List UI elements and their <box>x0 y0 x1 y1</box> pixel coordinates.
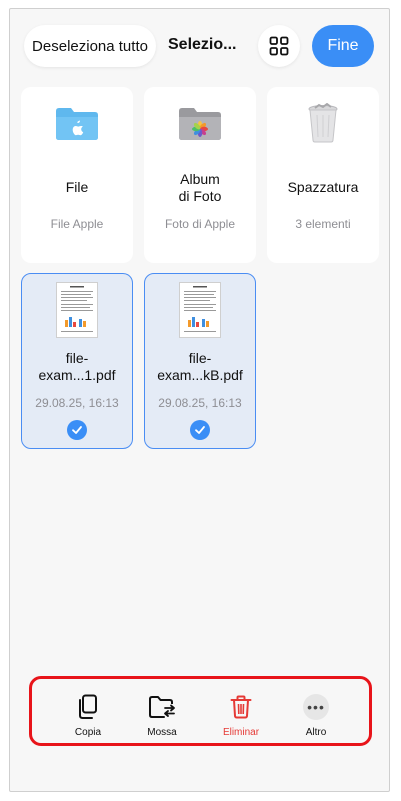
item-subtitle: 3 elementi <box>295 217 351 231</box>
selected-checkmark-icon[interactable] <box>190 420 210 440</box>
item-title: File <box>65 179 89 195</box>
trash-bin-icon <box>308 103 338 143</box>
move-label: Mossa <box>147 727 177 738</box>
folder-item-file[interactable]: File File Apple <box>21 87 133 263</box>
more-label: Altro <box>305 727 327 738</box>
copy-button[interactable]: Copia <box>58 693 118 738</box>
item-title: Spazzatura <box>287 179 359 195</box>
selected-checkmark-icon[interactable] <box>67 420 87 440</box>
grid-icon <box>269 36 289 56</box>
item-subtitle: File Apple <box>50 217 104 231</box>
action-toolbar: Copia Mossa Eliminar ••• Altro <box>29 676 372 746</box>
file-item-pdf-2[interactable]: file- exam...kB.pdf 29.08.25, 16:13 <box>144 273 256 449</box>
page-title: Selezio... <box>168 36 237 53</box>
view-toggle-button[interactable] <box>258 25 300 67</box>
move-button[interactable]: Mossa <box>132 693 192 738</box>
item-title: Album di Foto <box>178 171 222 204</box>
item-subtitle: Foto di Apple <box>164 217 236 231</box>
item-title: file- exam...kB.pdf <box>157 350 243 383</box>
done-button[interactable]: Fine <box>312 25 374 67</box>
file-item-pdf-1[interactable]: file- exam...1.pdf 29.08.25, 16:13 <box>21 273 133 449</box>
more-button[interactable]: ••• Altro <box>286 693 346 738</box>
files-app-window: Deseleziona tutto Selezio... Fine File F… <box>9 8 390 792</box>
copy-label: Copia <box>74 727 102 738</box>
folder-item-photo-album[interactable]: Album di Foto Foto di Apple <box>144 87 256 263</box>
copy-icon <box>79 694 97 719</box>
deselect-all-button[interactable]: Deseleziona tutto <box>24 25 156 67</box>
trash-icon <box>230 695 252 719</box>
delete-label: Eliminar <box>222 727 260 738</box>
pdf-thumbnail <box>179 282 221 338</box>
folder-icon <box>56 108 98 140</box>
item-title: file- exam...1.pdf <box>38 350 116 383</box>
more-ellipsis-icon: ••• <box>303 694 329 720</box>
item-subtitle: 29.08.25, 16:13 <box>35 396 119 410</box>
photos-folder-icon <box>179 108 221 140</box>
item-subtitle: 29.08.25, 16:13 <box>158 396 242 410</box>
folder-item-trash[interactable]: Spazzatura 3 elementi <box>267 87 379 263</box>
move-folder-icon <box>149 696 175 718</box>
delete-button[interactable]: Eliminar <box>211 693 271 738</box>
pdf-thumbnail <box>56 282 98 338</box>
